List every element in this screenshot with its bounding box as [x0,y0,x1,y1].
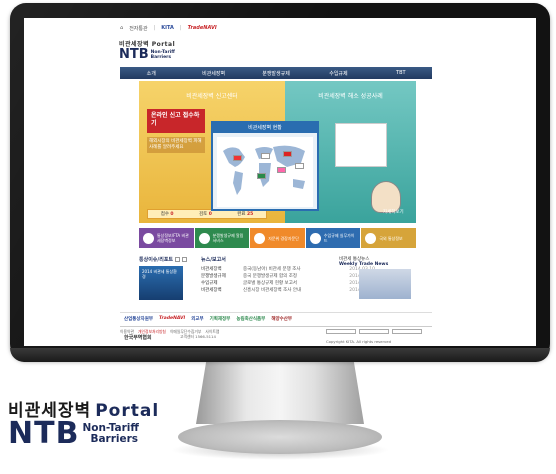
site-topbar: ⌂ 전자통관 | KITA | TradeNAVI [120,25,217,32]
nav-item-dispute[interactable]: 분쟁발생규제 [245,70,307,77]
weekly-news-image [359,269,411,299]
kita-footer-logo: 한국무역협회 [124,335,152,341]
footer-address: 고객센터 1566-5114 [180,334,216,339]
globe-icon [365,232,377,244]
book-icon [309,232,321,244]
next-icon[interactable] [182,257,188,262]
success-cases-more[interactable]: 자세히보기 [383,209,404,215]
quick-link[interactable]: 국외 통상정보 [361,228,416,248]
weekly-trade-news[interactable]: 비관세 통상뉴스 Weekly Trade News [339,256,415,299]
online-report-desc: 해외시장의 비관세장벽 피해사례를 알려주세요 [147,137,205,153]
partner-link[interactable]: 기획재정부 [210,316,231,322]
nav-item-import[interactable]: 수입규제 [307,70,369,77]
quick-link[interactable]: 자문위 경장자문단 [250,228,305,248]
partner-link[interactable]: 농림축산식품부 [236,316,265,322]
ntb-status-title: 비관세장벽 현황 [213,123,317,133]
nav-item-tbt[interactable]: TBT [370,70,432,76]
hero-banner: 비관세장벽 신고센터 온라인 신고 접수하기 해외시장의 비관세장벽 피해사례를… [139,81,416,223]
partner-link[interactable]: 외교부 [191,316,203,322]
success-cases-title: 비관세장벽 해소 성공사례 [318,93,383,100]
related-site-select[interactable] [392,329,423,334]
nav-item-intro[interactable]: 소개 [120,70,182,77]
topbar-link-tradenavi[interactable]: TradeNAVI [188,25,217,31]
report-thumbnail[interactable]: 2014 비관세 통상환경 [139,266,183,300]
quick-link[interactable]: 분쟁발생규제 알림 서비스 [194,228,250,248]
monitor-screen: ⌂ 전자통관 | KITA | TradeNAVI 비관세장벽 Portal N… [24,18,536,346]
main-nav: 소개 비관세장벽 분쟁발생규제 수입규제 TBT [120,67,432,79]
world-map [217,137,313,207]
info-icon [143,232,154,244]
partner-link[interactable]: TradeNAVI [159,316,185,321]
monitor-chin [10,348,550,362]
site-footer: 이용약관 개인정보처리방침 이메일무단수집거부 사이트맵 한국무역협회 고객센터… [120,326,432,346]
news-report-title: 뉴스/보고서 [201,257,226,263]
partner-banners: 산업통상자원부 TradeNAVI 외교부 기획재정부 농림축산식품부 해양수산… [120,312,432,324]
related-site-select[interactable] [359,329,390,334]
prev-icon[interactable] [175,257,181,262]
weekly-news-english: Weekly Trade News [339,262,389,267]
flag-icon [283,151,292,157]
ntb-status-map[interactable]: 비관세장벽 현황 [211,121,319,211]
arrow-icon [198,232,210,244]
quick-links: 통상정보/FTA 비관세장벽정보 분쟁발생규제 알림 서비스 자문위 경장자문단… [139,228,416,248]
report-center-title: 비관세장벽 신고센터 [186,93,238,100]
topbar-link-kita[interactable]: KITA [161,25,174,31]
site-logo-ntb: NTB [119,47,149,62]
topbar-link-customs[interactable]: 전자통관 [129,25,147,32]
chat-icon [254,232,266,244]
nav-item-ntb[interactable]: 비관세장벽 [182,70,244,77]
logo-ntb: NTB [8,416,80,451]
content-section: 통상이슈/리포트 뉴스/보고서 2014 비관세 통상환경 비관세장벽 분쟁발생… [139,256,416,316]
partner-link[interactable]: 산업통상자원부 [124,316,153,322]
flag-icon [257,173,266,179]
footer-copyright: Copyright KITA. All rights reserved [326,339,392,344]
site-logo[interactable]: 비관세장벽 Portal NTB Non-Tariff Barriers [119,39,199,63]
logo-barriers: Barriers [90,433,139,445]
quick-link[interactable]: 수입규제 실무가이드 [305,228,361,248]
online-report-button[interactable]: 온라인 신고 접수하기 [147,109,205,133]
flag-icon [295,163,304,169]
footer-link[interactable]: 이용약관 [120,329,134,334]
flag-icon [277,167,286,173]
footer-link[interactable]: 개인정보처리방침 [138,329,166,334]
quick-link[interactable]: 통상정보/FTA 비관세장벽정보 [139,228,194,248]
logo-portal: Portal [95,401,160,421]
success-case-card [335,123,387,167]
world-map-icon [223,145,305,195]
ntb-portal-logo: 비관세장벽 Portal NTB Non-Tariff Barriers [8,396,178,456]
monitor-stand-neck [196,362,364,424]
flag-icon [261,153,270,159]
partner-link[interactable]: 해양수산부 [271,316,292,322]
flag-icon [233,155,242,161]
news-categories: 비관세장벽 분쟁발생규제 수입규제 비관세장벽 [201,267,226,293]
related-site-select[interactable] [326,329,356,334]
home-icon[interactable]: ⌂ [120,25,123,31]
monitor-stand-base [178,420,382,454]
footer-selects: Copyright KITA. All rights reserved [326,329,430,344]
monitor-mockup: ⌂ 전자통관 | KITA | TradeNAVI 비관세장벽 Portal N… [0,0,556,474]
site-logo-line2: Barriers [150,55,172,60]
